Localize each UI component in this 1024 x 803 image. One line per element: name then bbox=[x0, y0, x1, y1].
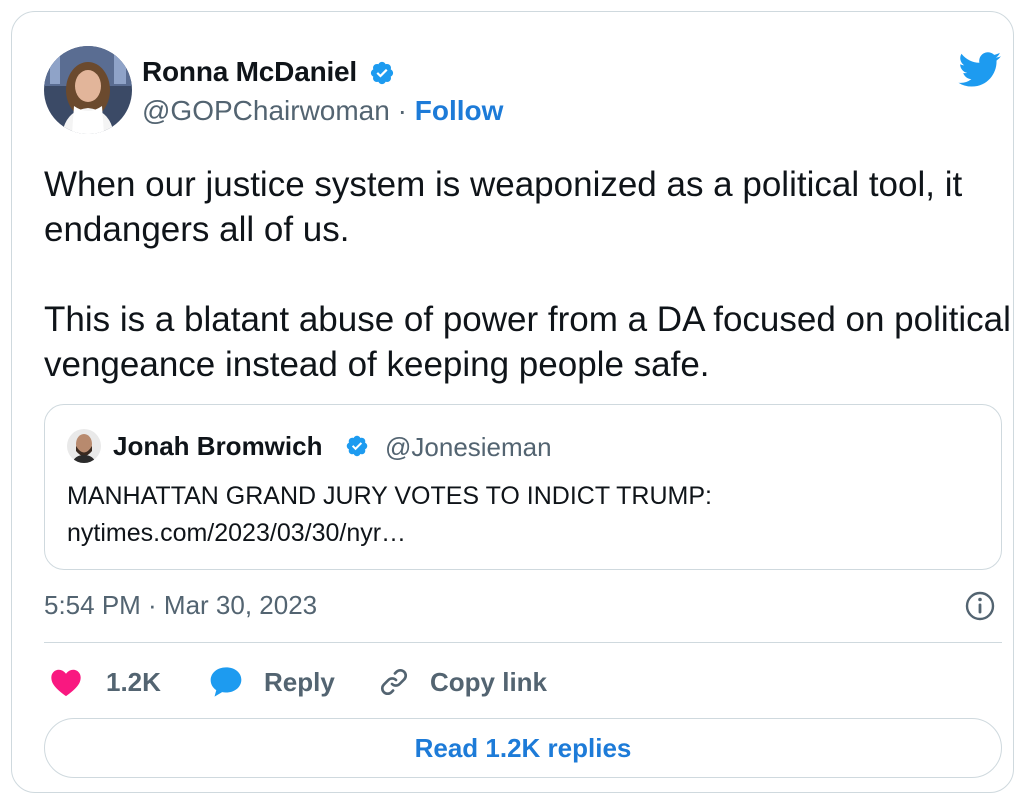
quoted-author-handle[interactable]: @Jonesieman bbox=[385, 432, 552, 463]
like-button[interactable]: 1.2K bbox=[50, 662, 161, 702]
author-handle-line: @GOPChairwoman · Follow bbox=[142, 95, 503, 127]
follow-button[interactable]: Follow bbox=[415, 95, 504, 126]
quoted-tweet-text: MANHATTAN GRAND JURY VOTES TO INDICT TRU… bbox=[67, 478, 712, 552]
read-replies-button[interactable]: Read 1.2K replies bbox=[44, 718, 1002, 778]
quoted-author-avatar[interactable] bbox=[67, 429, 101, 463]
quoted-tweet[interactable]: Jonah Bromwich @Jonesieman MANHATTAN GRA… bbox=[44, 404, 1002, 570]
author-avatar[interactable] bbox=[44, 46, 132, 134]
quoted-text-line: MANHATTAN GRAND JURY VOTES TO INDICT TRU… bbox=[67, 482, 712, 510]
link-icon bbox=[380, 668, 408, 696]
copy-link-button[interactable]: Copy link bbox=[378, 662, 547, 702]
quoted-link[interactable]: nytimes.com/2023/03/30/nyr… bbox=[67, 515, 712, 552]
author-name[interactable]: Ronna McDaniel bbox=[142, 56, 357, 88]
tweet-paragraph-2: This is a blatant abuse of power from a … bbox=[44, 300, 1011, 384]
quoted-author-name[interactable]: Jonah Bromwich bbox=[113, 431, 322, 462]
author-handle[interactable]: @GOPChairwoman bbox=[142, 95, 390, 126]
copy-link-label: Copy link bbox=[430, 666, 548, 697]
twitter-bird-icon[interactable] bbox=[958, 52, 1002, 88]
reply-button[interactable]: Reply bbox=[208, 662, 335, 702]
heart-icon bbox=[51, 669, 81, 697]
tweet-text: When our justice system is weaponized as… bbox=[44, 162, 1014, 387]
tweet-timestamp[interactable]: 5:54 PM · Mar 30, 2023 bbox=[44, 590, 317, 621]
verified-badge-icon bbox=[370, 61, 394, 85]
info-icon[interactable] bbox=[964, 590, 996, 622]
divider bbox=[44, 642, 1002, 643]
like-count: 1.2K bbox=[106, 666, 161, 697]
reply-bubble-icon bbox=[210, 667, 242, 697]
tweet-paragraph-1: When our justice system is weaponized as… bbox=[44, 165, 963, 249]
separator-dot: · bbox=[397, 95, 407, 126]
verified-badge-icon bbox=[346, 435, 368, 457]
reply-label: Reply bbox=[264, 666, 335, 697]
tweet-card: Ronna McDaniel @GOPChairwoman · Follow W… bbox=[11, 11, 1014, 793]
